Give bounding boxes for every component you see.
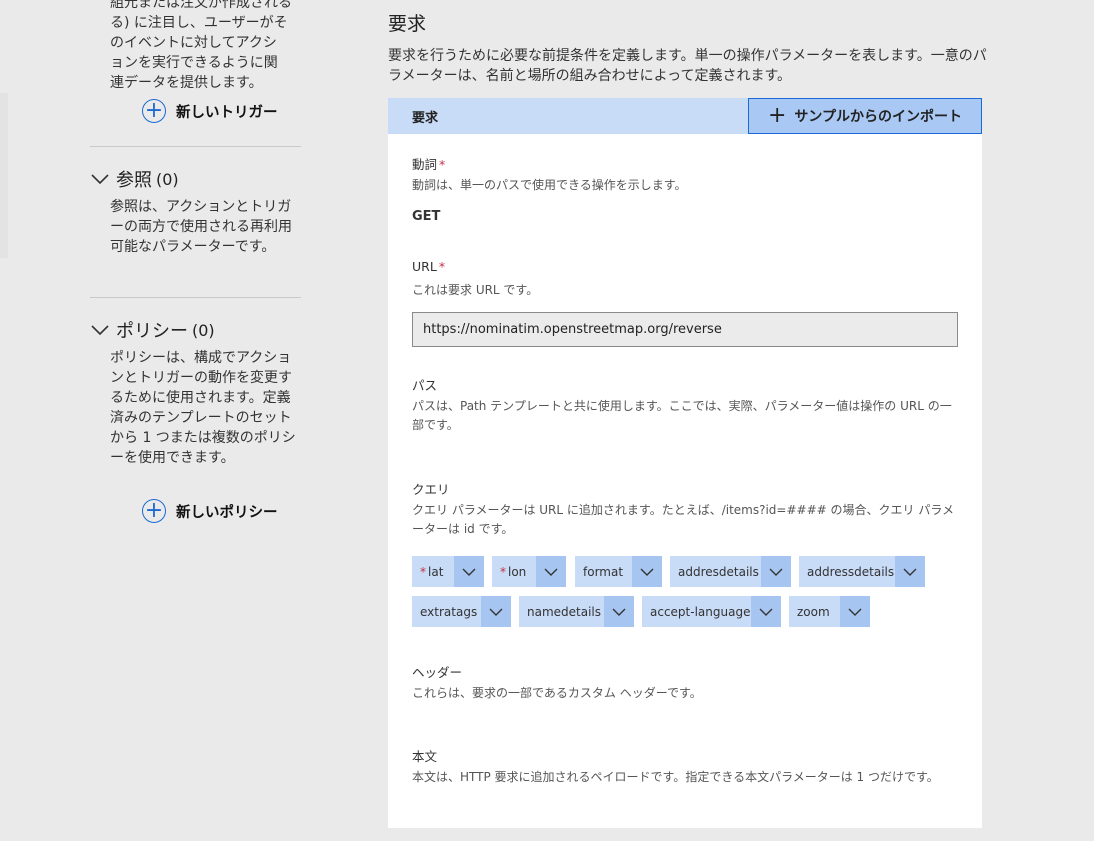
import-from-sample-label: サンプルからのインポート [794,109,963,125]
query-param-name: accept-language [650,604,751,619]
headers-label: ヘッダー [412,665,463,680]
chevron-down-icon[interactable] [840,596,870,627]
policies-title: ポリシー [116,321,188,342]
chevron-down-icon[interactable] [454,556,484,587]
policies-section-header[interactable]: ポリシー (0) [90,316,215,344]
url-field[interactable]: https://nominatim.openstreetmap.org/reve… [412,312,958,347]
chevron-down-icon[interactable] [632,556,662,587]
new-policy-button[interactable]: + 新しいポリシー [142,496,278,526]
request-card: 要求 + サンプルからのインポート 動詞 * 動詞は、単一のパスで使用できる操作を… [388,98,982,828]
url-label-text: URL [412,259,437,274]
body-help: 本文は、HTTP 要求に追加されるペイロードです。指定できる本文パラメーターは … [412,770,939,784]
trigger-desc-line: 組元または注文が作成される [110,0,292,11]
references-count: (0) [156,169,179,189]
url-help: これは要求 URL です。 [412,283,539,297]
chevron-down-icon[interactable] [536,556,566,587]
url-label: URL * [412,259,445,274]
required-marker: * [438,259,446,274]
trigger-desc-line: のイベントに対してアクシ [110,35,277,51]
query-param-chip[interactable]: zoom [789,596,870,627]
query-param-chip[interactable]: addressdetails [799,556,925,587]
chevron-down-icon [91,325,109,336]
plus-circle-icon: + [142,499,166,523]
divider [90,297,301,298]
plus-circle-icon: + [142,99,166,123]
query-param-name: extratags [420,604,478,619]
query-help: クエリ パラメーターは URL に追加されます。たとえば、/items?id=#… [412,503,954,536]
query-param-chip[interactable]: * lon [492,556,566,587]
query-param-name: lat [428,564,444,579]
chevron-down-icon[interactable] [895,556,925,587]
divider [90,146,301,147]
request-card-header: 要求 + サンプルからのインポート [388,98,982,134]
verb-help: 動詞は、単一のパスで使用できる操作を示します。 [412,178,687,192]
required-marker: * [439,157,446,172]
path-label: パス [412,378,438,393]
trigger-desc-line: ョンを実行できるように関 [110,55,278,71]
query-param-chip[interactable]: * lat [412,556,484,587]
plus-icon: + [767,103,787,128]
trigger-description: 組元または注文が作成される る) に注目し、ユーザーがそ のイベントに対してアク… [90,0,300,93]
new-trigger-label: 新しいトリガー [176,104,278,121]
verb-value: GET [412,209,441,224]
verb-label-text: 動詞 [412,157,438,172]
left-edge-panel [0,93,8,258]
references-title: 参照 [116,170,152,191]
page-title: 要求 [388,13,427,35]
policies-description: ポリシーは、構成でアクションとトリガーの動作を変更するために使用されます。定義済… [110,350,296,466]
query-param-name: addresdetails [678,564,759,579]
references-description: 参照は、アクションとトリガーの両方で使用される再利用可能なパラメーターです。 [110,199,292,255]
query-param-name: lon [508,564,527,579]
query-param-name: format [583,564,624,579]
query-param-chip[interactable]: addresdetails [670,556,791,587]
query-param-chip[interactable]: extratags [412,596,511,627]
request-card-title: 要求 [412,110,439,126]
headers-help: これらは、要求の一部であるカスタム ヘッダーです。 [412,686,702,700]
chevron-down-icon[interactable] [761,556,791,587]
page-description: 要求を行うために必要な前提条件を定義します。単一の操作パラメーターを表します。一… [388,48,987,84]
import-from-sample-button[interactable]: + サンプルからのインポート [748,98,982,134]
verb-label: 動詞 * [412,154,445,173]
new-policy-label: 新しいポリシー [176,504,278,521]
query-param-label: * lon [492,565,536,579]
query-param-chip[interactable]: format [575,556,662,587]
query-label: クエリ [412,482,450,497]
new-trigger-button[interactable]: + 新しいトリガー [142,96,278,126]
required-marker: * [500,564,506,579]
query-param-name: zoom [797,604,830,619]
required-marker: * [420,564,426,579]
trigger-desc-line: 連データを提供します。 [110,75,263,91]
query-param-chip[interactable]: namedetails [519,596,634,627]
query-param-label: * lat [412,565,454,579]
chevron-down-icon[interactable] [481,596,511,627]
policies-count: (0) [192,320,215,340]
query-param-chip[interactable]: accept-language [642,596,781,627]
chevron-down-icon[interactable] [751,596,781,627]
path-help: パスは、Path テンプレートと共に使用します。ここでは、実際、パラメーター値は… [412,399,952,432]
query-param-name: addressdetails [807,564,895,579]
references-section-header[interactable]: 参照 (0) [90,165,179,193]
trigger-desc-line: る) に注目し、ユーザーがそ [110,15,288,31]
body-label: 本文 [412,749,438,764]
query-param-name: namedetails [527,604,602,619]
chevron-down-icon[interactable] [604,596,634,627]
chevron-down-icon [91,174,109,185]
